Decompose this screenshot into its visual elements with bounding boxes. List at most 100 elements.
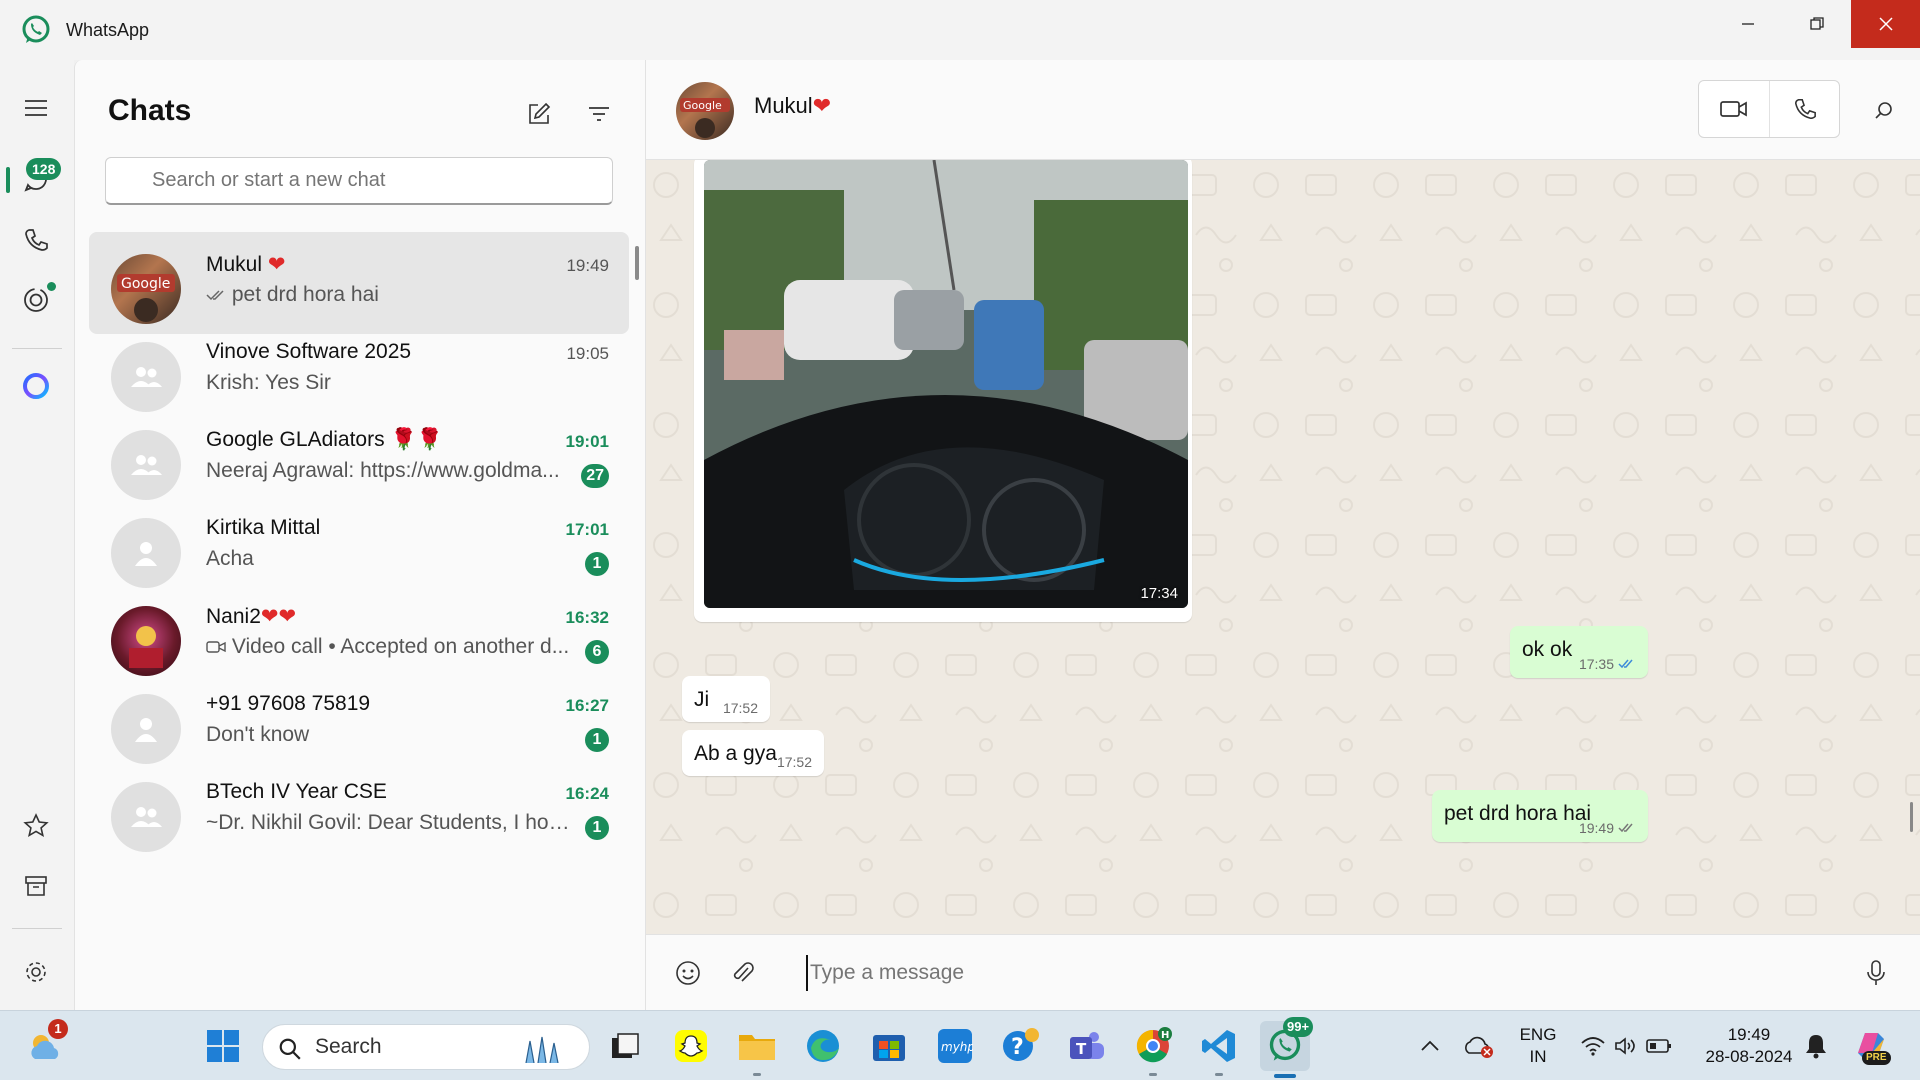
unread-count-badge: 1: [585, 816, 609, 840]
running-indicator: [1215, 1073, 1223, 1076]
minimize-icon: [1741, 23, 1754, 25]
image-message[interactable]: 17:34: [694, 160, 1192, 622]
new-chat-button[interactable]: [521, 96, 557, 132]
taskbar-myhp[interactable]: myhp: [930, 1021, 980, 1071]
gear-icon: [26, 962, 46, 982]
clock-date: 28-08-2024: [1705, 1047, 1793, 1066]
contact-avatar: Google: [111, 254, 181, 324]
input-language-indicator[interactable]: ENG IN: [1510, 1024, 1566, 1068]
message-time: 17:35: [1579, 656, 1636, 672]
search-input[interactable]: [105, 157, 613, 205]
chat-preview: Video call • Accepted on another d...: [206, 635, 576, 659]
svg-text:?: ?: [1011, 1035, 1024, 1060]
chat-list-item[interactable]: Nani2❤❤ 16:32 Video call • Accepted on a…: [89, 584, 629, 686]
svg-text:T: T: [1076, 1040, 1087, 1058]
windows-logo-icon: [207, 1030, 239, 1062]
search-in-chat-button[interactable]: [1868, 94, 1900, 126]
calls-nav-button[interactable]: [16, 220, 56, 260]
emoji-button[interactable]: [672, 957, 704, 989]
voice-message-button[interactable]: [1860, 957, 1892, 989]
chat-list-item[interactable]: Google Mukul ❤ 19:49 pet drd hora hai: [89, 232, 629, 334]
red-heart-icon: ❤❤: [260, 605, 297, 628]
chat-list-scrollbar[interactable]: [635, 246, 639, 280]
video-call-icon: [206, 641, 226, 654]
outgoing-message[interactable]: pet drd hora hai 19:49: [1432, 790, 1648, 842]
messages-scrollbar[interactable]: [1910, 802, 1913, 832]
chat-list-item[interactable]: Google GLAdiators 🌹🌹 19:01 Neeraj Agrawa…: [89, 408, 629, 510]
chats-title: Chats: [108, 94, 192, 127]
chat-list-item[interactable]: Kirtika Mittal 17:01 Acha 1: [89, 496, 629, 598]
chat-list-panel: Chats Google Mukul ❤ 19:49 pet drd hora …: [74, 60, 646, 1010]
show-hidden-icons-button[interactable]: [1405, 1021, 1455, 1071]
quick-settings-button[interactable]: [1566, 1021, 1686, 1071]
filter-chats-button[interactable]: [581, 96, 617, 132]
taskbar-get-help[interactable]: ?: [996, 1021, 1046, 1071]
message-text: Ji: [694, 688, 710, 711]
chats-unread-badge: 128: [26, 158, 62, 180]
chat-name: Mukul ❤: [206, 253, 286, 276]
video-call-button[interactable]: [1699, 81, 1769, 137]
taskbar-vscode[interactable]: [1194, 1021, 1244, 1071]
message-text: Ab a gya: [694, 742, 777, 765]
notifications-button[interactable]: [1794, 1021, 1838, 1071]
restore-button[interactable]: [1782, 0, 1851, 48]
taskbar-snapchat[interactable]: [666, 1021, 716, 1071]
taskbar-teams[interactable]: T: [1062, 1021, 1112, 1071]
minimize-button[interactable]: [1713, 0, 1782, 48]
message-photo[interactable]: 17:34: [704, 160, 1188, 608]
start-button[interactable]: [198, 1021, 248, 1071]
avatar-photo: Google: [117, 274, 175, 322]
settings-nav-button[interactable]: [16, 952, 56, 992]
language-code: ENG: [1519, 1025, 1557, 1044]
chat-list-item[interactable]: +91 97608 75819 16:27 Don't know 1: [89, 672, 629, 774]
group-avatar: [111, 430, 181, 500]
starred-nav-button[interactable]: [16, 806, 56, 846]
message-input[interactable]: [806, 955, 1806, 991]
attach-button[interactable]: [726, 957, 758, 989]
incoming-message[interactable]: Ab a gya 17:52: [682, 730, 824, 776]
task-view-button[interactable]: [600, 1021, 650, 1071]
menu-icon: [25, 100, 47, 116]
message-composer: [646, 934, 1920, 1010]
close-button[interactable]: [1851, 0, 1920, 48]
group-icon: [131, 455, 162, 475]
outgoing-message[interactable]: ok ok 17:35: [1510, 626, 1648, 678]
chat-list-item[interactable]: Vinove Software 2025 19:05 Krish: Yes Si…: [89, 320, 629, 422]
contact-avatar[interactable]: Google: [676, 82, 734, 140]
meta-ai-button[interactable]: [16, 366, 56, 406]
teams-icon: T: [1070, 1032, 1104, 1059]
contact-name[interactable]: Mukul❤: [754, 93, 831, 119]
incoming-message[interactable]: Ji 17:52: [682, 676, 770, 722]
chat-time: 16:32: [565, 608, 609, 627]
taskbar-store[interactable]: [864, 1021, 914, 1071]
archived-nav-button[interactable]: [16, 866, 56, 906]
phone-icon: [1794, 98, 1816, 120]
taskbar-chrome[interactable]: H: [1128, 1021, 1178, 1071]
chat-time: 19:05: [566, 344, 609, 363]
region-code: IN: [1529, 1047, 1547, 1066]
search-highlight-icon: [525, 1036, 559, 1063]
rail-divider: [12, 928, 62, 929]
star-icon: [23, 813, 49, 838]
unread-count-badge: 1: [585, 728, 609, 752]
windows-taskbar: 1 Search myhp ? T H 99+ ENG IN 19:49 28-…: [0, 1010, 1920, 1080]
voice-call-button[interactable]: [1769, 81, 1839, 137]
message-area[interactable]: 17:34 ok ok 17:35 Ji 17:52 Ab a gya 17:5…: [646, 160, 1920, 934]
menu-button[interactable]: [16, 88, 56, 128]
chat-list-item[interactable]: BTech IV Year CSE 16:24 ~Dr. Nikhil Govi…: [89, 760, 629, 862]
paperclip-icon: [733, 962, 754, 982]
clock[interactable]: 19:49 28-08-2024: [1694, 1024, 1804, 1068]
archive-icon: [25, 876, 47, 896]
vscode-icon: [1202, 1030, 1235, 1062]
taskbar-edge[interactable]: [798, 1021, 848, 1071]
chat-preview: Acha: [206, 547, 254, 570]
chat-preview: Neeraj Agrawal: https://www.goldma...: [206, 459, 560, 482]
running-indicator: [1149, 1073, 1157, 1076]
onedrive-status[interactable]: [1454, 1021, 1504, 1071]
store-icon: [873, 1035, 905, 1061]
delivered-receipt-icon: [1618, 823, 1633, 833]
avatar-photo: Google: [680, 98, 730, 138]
contact-avatar: [111, 518, 181, 588]
taskbar-file-explorer[interactable]: [732, 1021, 782, 1071]
chevron-up-icon: [1421, 1040, 1439, 1051]
